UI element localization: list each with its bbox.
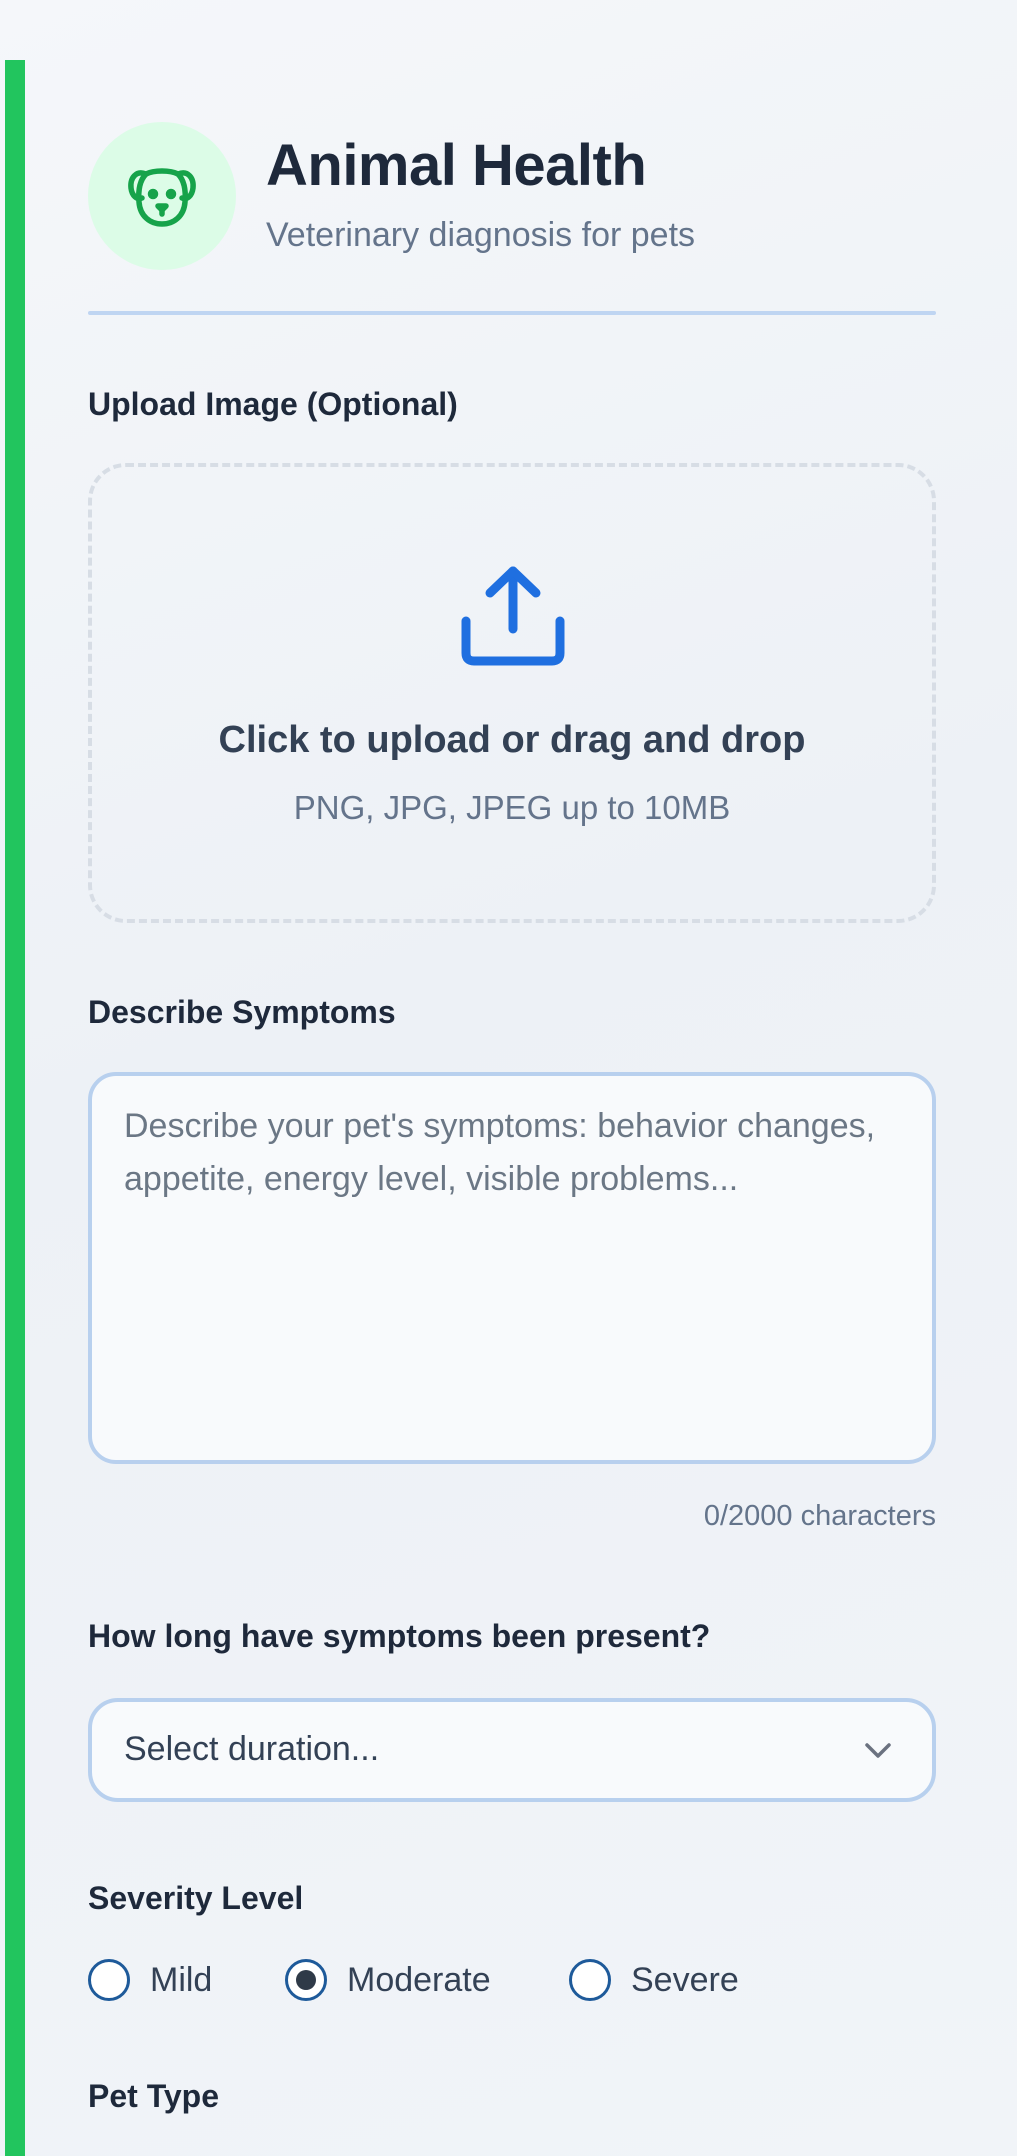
avatar: [88, 122, 236, 270]
chevron-down-icon: [865, 1743, 891, 1758]
radio-button[interactable]: [569, 1959, 611, 2001]
upload-icon: [461, 566, 565, 666]
symptoms-textarea[interactable]: [88, 1072, 936, 1464]
page-header: Animal Health Veterinary diagnosis for p…: [88, 122, 936, 272]
dog-face-icon: [128, 168, 196, 227]
upload-file-types: PNG, JPG, JPEG up to 10MB: [293, 789, 731, 826]
pet-type-label: Pet Type: [88, 2078, 219, 2114]
char-count: 0/2000 characters: [703, 1500, 936, 1532]
radio-button[interactable]: [285, 1959, 327, 2001]
page-title: Animal Health: [266, 133, 647, 198]
radio-button[interactable]: [88, 1959, 130, 2001]
radio-label: Moderate: [347, 1960, 491, 1999]
severity-option-severe[interactable]: Severe: [569, 1956, 739, 2004]
upload-dropzone[interactable]: Click to upload or drag and drop PNG, JP…: [88, 463, 936, 923]
upload-instruction: Click to upload or drag and drop: [218, 719, 806, 761]
severity-option-mild[interactable]: Mild: [88, 1956, 212, 2004]
header-divider: [88, 311, 936, 315]
duration-selected-value: Select duration...: [124, 1730, 380, 1768]
radio-label: Mild: [150, 1960, 213, 1999]
radio-label: Severe: [631, 1960, 739, 1999]
duration-label: How long have symptoms been present?: [88, 1618, 711, 1654]
upload-label: Upload Image (Optional): [88, 386, 458, 422]
symptoms-label: Describe Symptoms: [88, 994, 396, 1030]
duration-select[interactable]: Select duration...: [88, 1698, 936, 1802]
page-subtitle: Veterinary diagnosis for pets: [266, 216, 696, 254]
severity-radio-group: Mild Moderate Severe: [88, 1956, 936, 2004]
severity-option-moderate[interactable]: Moderate: [285, 1956, 491, 2004]
severity-label: Severity Level: [88, 1880, 304, 1916]
accent-bar: [5, 60, 25, 2156]
